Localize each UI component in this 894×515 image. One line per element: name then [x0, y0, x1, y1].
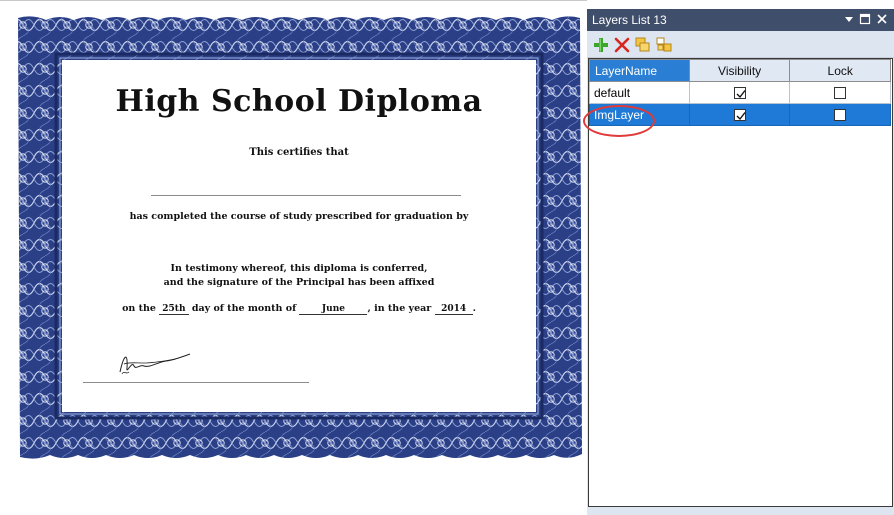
dropdown-arrow-icon[interactable]	[843, 13, 855, 25]
diploma-paper: High School Diploma This certifies that …	[62, 60, 536, 412]
image-canvas[interactable]: High School Diploma This certifies that …	[0, 0, 587, 515]
visibility-checkbox[interactable]	[733, 87, 746, 100]
date-mid-2: , in the year	[367, 303, 432, 314]
table-header-row: LayerName Visibility Lock	[589, 59, 891, 82]
date-prefix: on the	[122, 303, 156, 314]
visibility-cell[interactable]	[688, 103, 791, 126]
date-suffix: .	[472, 303, 476, 314]
signature-line	[83, 382, 309, 383]
lock-checkbox[interactable]	[834, 87, 847, 100]
column-header-layername[interactable]: LayerName	[589, 59, 690, 82]
month-value: June	[299, 304, 368, 315]
copy-layers-icon[interactable]	[655, 36, 673, 54]
testimony-line-1: In testimony whereof, this diploma is co…	[170, 263, 428, 274]
signature	[119, 353, 191, 375]
diploma-image[interactable]: High School Diploma This certifies that …	[12, 14, 586, 461]
layer-name-cell[interactable]: ImgLayer	[589, 103, 690, 126]
layers-panel: Layers List 13 LayerName Visibility Lock…	[583, 9, 894, 515]
day-value: 25th	[159, 304, 189, 315]
panel-title: Layers List 13	[592, 13, 667, 27]
lock-cell[interactable]	[789, 81, 891, 104]
diploma-title: High School Diploma	[115, 84, 483, 119]
column-header-lock[interactable]: Lock	[789, 59, 891, 82]
close-icon[interactable]	[876, 13, 888, 25]
visibility-checkbox[interactable]	[733, 109, 746, 122]
date-line: on the 25th day of the month of June, in…	[62, 303, 536, 315]
table-row[interactable]: default	[589, 81, 891, 104]
date-mid-1: day of the month of	[191, 303, 297, 314]
add-layer-icon[interactable]	[592, 36, 610, 54]
app-window: High School Diploma This certifies that …	[0, 0, 894, 515]
delete-layer-icon[interactable]	[613, 36, 631, 54]
recipient-name-line	[151, 195, 461, 196]
lock-checkbox[interactable]	[834, 109, 847, 122]
layers-toolbar	[587, 31, 894, 58]
merge-layers-icon[interactable]	[634, 36, 652, 54]
lock-cell[interactable]	[789, 103, 891, 126]
completed-text: has completed the course of study prescr…	[129, 211, 469, 222]
visibility-cell[interactable]	[688, 81, 791, 104]
maximize-icon[interactable]	[859, 13, 871, 25]
layers-table: LayerName Visibility Lock default ImgLay…	[589, 59, 891, 126]
table-row[interactable]: ImgLayer	[589, 103, 891, 126]
layer-name-cell[interactable]: default	[589, 81, 690, 104]
panel-header: Layers List 13	[587, 9, 894, 31]
column-header-visibility[interactable]: Visibility	[688, 59, 791, 82]
year-value: 2014	[434, 304, 473, 315]
testimony-line-2: and the signature of the Principal has b…	[163, 277, 435, 288]
certifies-text: This certifies that	[249, 147, 349, 158]
layers-grid[interactable]: LayerName Visibility Lock default ImgLay…	[583, 58, 893, 507]
